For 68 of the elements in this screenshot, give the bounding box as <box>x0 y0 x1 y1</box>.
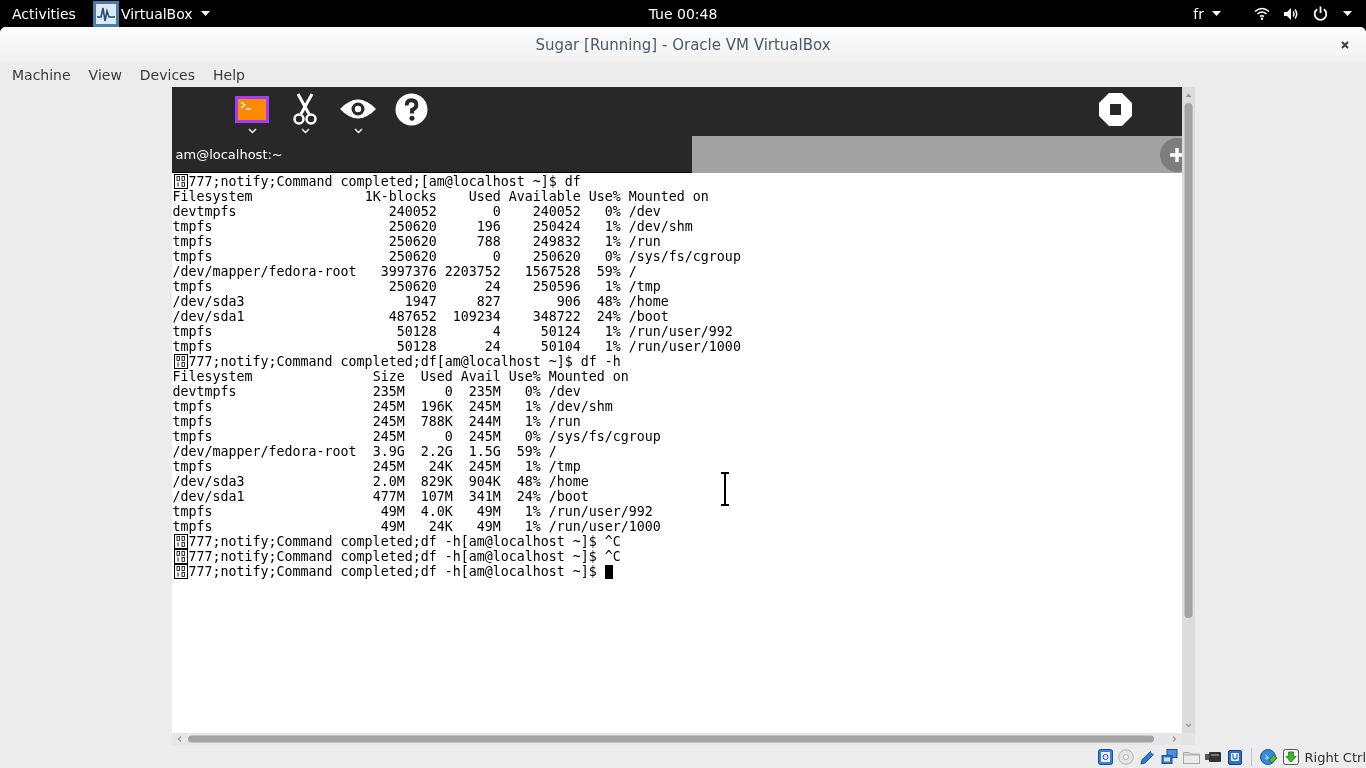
terminal-line: 777;notify;Command completed;df[am@localhost ~]$ df -h <box>188 354 621 369</box>
terminal-line: tmpfs 245M 788K 244M 1% /run <box>172 414 581 429</box>
stop-icon[interactable] <box>1098 93 1132 126</box>
terminal-line: 777;notify;Command completed;df -h[am@localhost ~]$ ^C <box>188 534 621 549</box>
terminal-line: /dev/mapper/fedora-root 3997376 2203752 1567528 59% / <box>172 264 637 279</box>
menu-item[interactable]: Machine <box>3 62 80 87</box>
eye-icon[interactable] <box>339 98 377 120</box>
terminal-line: /dev/sda3 2.0M 829K 904K 48% /home <box>172 474 589 489</box>
down-arrow-icon[interactable] <box>1282 749 1299 765</box>
escape-glyph-icon <box>172 534 189 549</box>
caret-icon[interactable] <box>1343 11 1352 16</box>
wifi-icon[interactable] <box>1254 7 1270 20</box>
window-title: Sugar [Running] - Oracle VM VirtualBox <box>535 35 831 54</box>
caret-icon[interactable] <box>300 128 310 134</box>
menu-item[interactable]: Devices <box>130 62 205 87</box>
terminal-line: /dev/sda3 1947 827 906 48% /home <box>172 294 669 309</box>
terminal-line: Filesystem 1K-blocks Used Available Use% Mounted on <box>172 189 709 204</box>
terminal-line: devtmpfs 240052 0 240052 0% /dev <box>172 204 661 219</box>
terminal-icon[interactable] <box>235 95 269 123</box>
terminal-line: /dev/sda1 487652 109234 348722 24% /boot <box>172 309 669 324</box>
video-camera-icon[interactable] <box>1204 751 1222 763</box>
escape-glyph-icon <box>172 549 189 564</box>
terminal-line: 777;notify;Command completed;df -h[am@localhost ~]$ ^C <box>188 549 621 564</box>
i-beam-pointer-icon <box>719 472 730 506</box>
terminal-line: tmpfs 245M 0 245M 0% /sys/fs/cgroup <box>172 429 661 444</box>
terminal-line: tmpfs 49M 24K 49M 1% /run/user/1000 <box>172 519 661 534</box>
caret-icon[interactable] <box>353 128 363 134</box>
power-icon[interactable] <box>1313 6 1328 21</box>
terminal-line: tmpfs 50128 4 50124 1% /run/user/992 <box>172 324 733 339</box>
terminal-line: tmpfs 245M 24K 245M 1% /tmp <box>172 459 581 474</box>
terminal-line: 777;notify;Command completed;[am@localhost ~]$ df <box>188 174 581 189</box>
menu-item[interactable]: Help <box>204 62 254 87</box>
caret-icon[interactable] <box>200 11 210 16</box>
terminal-line: /dev/sda1 477M 107M 341M 24% /boot <box>172 489 589 504</box>
terminal-line: /dev/mapper/fedora-root 3.9G 2.2G 1.5G 59% / <box>172 444 557 459</box>
hard-disk-icon[interactable] <box>1097 749 1113 765</box>
menu-item[interactable]: View <box>79 62 131 87</box>
activities-button[interactable]: Activities <box>12 5 76 22</box>
terminal-line: devtmpfs 235M 0 235M 0% /dev <box>172 384 581 399</box>
volume-icon[interactable] <box>1283 6 1299 21</box>
terminal-line: tmpfs 49M 4.0K 49M 1% /run/user/992 <box>172 504 653 519</box>
terminal-line: tmpfs 50128 24 50104 1% /run/user/1000 <box>172 339 741 354</box>
keyboard-layout-button[interactable]: fr <box>1193 5 1221 22</box>
terminal-line: tmpfs 250620 196 250424 1% /dev/shm <box>172 219 693 234</box>
network-icon[interactable] <box>1160 749 1178 765</box>
terminal-line: Filesystem Size Used Avail Use% Mounted on <box>172 369 629 384</box>
terminal-line: tmpfs 250620 0 250620 0% /sys/fs/cgroup <box>172 249 741 264</box>
terminal-line: tmpfs 245M 196K 245M 1% /dev/shm <box>172 399 613 414</box>
escape-glyph-icon <box>172 174 189 189</box>
plus-icon[interactable] <box>1158 136 1182 173</box>
caret-icon[interactable] <box>247 128 257 134</box>
waveform-icon <box>92 0 119 27</box>
escape-glyph-icon <box>172 564 189 579</box>
terminal-line: tmpfs 250620 788 249832 1% /run <box>172 234 661 249</box>
app-menu-button[interactable]: VirtualBox <box>92 0 210 27</box>
horizontal-scrollbar[interactable] <box>171 733 1182 745</box>
terminal-line: 777;notify;Command completed;df -h[am@localhost ~]$ <box>188 564 597 579</box>
escape-glyph-icon <box>172 354 189 369</box>
clock[interactable]: Tue 00:48 <box>648 5 718 22</box>
terminal-line: tmpfs 250620 24 250596 1% /tmp <box>172 279 661 294</box>
help-icon[interactable] <box>394 92 428 126</box>
caret-icon[interactable] <box>1212 11 1221 16</box>
globe-icon[interactable] <box>1259 748 1278 766</box>
chip-icon[interactable] <box>1226 748 1243 766</box>
host-key-label: Right Ctrl <box>1304 749 1366 765</box>
pen-icon[interactable] <box>1138 748 1156 766</box>
scissors-icon[interactable] <box>292 93 318 125</box>
terminal-tab[interactable]: am@localhost:~ <box>171 136 692 173</box>
